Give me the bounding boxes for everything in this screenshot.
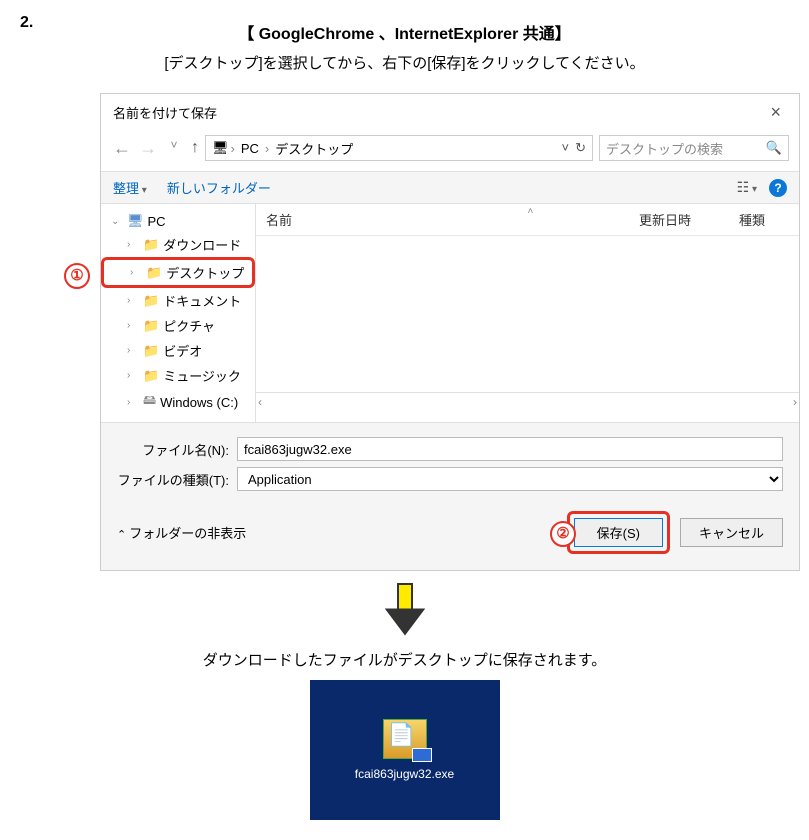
tree-downloads[interactable]: ›📁 ダウンロード bbox=[101, 232, 255, 257]
callout-1: ① bbox=[64, 263, 90, 289]
col-name[interactable]: 名前 bbox=[266, 210, 639, 229]
breadcrumb-sep: › bbox=[231, 141, 235, 156]
dialog-title: 名前を付けて保存 bbox=[113, 103, 764, 122]
help-button[interactable]: ? bbox=[769, 179, 787, 197]
exe-file-label: fcai863jugw32.exe bbox=[355, 767, 454, 781]
search-placeholder: デスクトップの検索 bbox=[606, 139, 723, 158]
filename-label: ファイル名(N): bbox=[117, 440, 237, 459]
history-dropdown[interactable]: ˅ bbox=[163, 138, 185, 159]
search-input[interactable]: デスクトップの検索 🔍 bbox=[599, 135, 789, 161]
filetype-label: ファイルの種類(T): bbox=[117, 470, 237, 489]
section-instruction: [デスクトップ]を選択してから、右下の[保存]をクリックしてください。 bbox=[20, 52, 789, 73]
forward-button[interactable]: → bbox=[137, 138, 159, 159]
desktop-preview: fcai863jugw32.exe bbox=[310, 680, 500, 820]
tree-item-label: ダウンロード bbox=[163, 235, 241, 254]
nav-toolbar: ← → ˅ ↑ 🖥 › PC › デスクトップ ˅ ↻ デ bbox=[101, 131, 799, 171]
save-dialog: 名前を付けて保存 × ← → ˅ ↑ 🖥 › PC › デスクトップ bbox=[100, 93, 800, 571]
tree-item-label: ピクチャ bbox=[163, 316, 215, 335]
address-dropdown[interactable]: ˅ bbox=[562, 140, 570, 156]
tree-item-label: ミュージック bbox=[163, 366, 241, 385]
organize-menu[interactable]: 整理 bbox=[113, 178, 147, 197]
tree-item-label: デスクトップ bbox=[166, 263, 244, 282]
back-button[interactable]: ← bbox=[111, 138, 133, 159]
up-button[interactable]: ↑ bbox=[191, 139, 199, 157]
scroll-right-icon[interactable]: › bbox=[793, 395, 797, 409]
dialog-footer: ファイル名(N): ファイルの種類(T): Application フォルダーの… bbox=[101, 422, 799, 570]
breadcrumb-sep: › bbox=[265, 141, 269, 156]
tree-item-label: ビデオ bbox=[163, 341, 202, 360]
folder-icon: 📁 bbox=[143, 237, 159, 253]
tree-documents[interactable]: ›📁 ドキュメント bbox=[101, 288, 255, 313]
folder-icon: 📁 bbox=[143, 368, 159, 384]
view-menu[interactable]: ☷ bbox=[737, 179, 757, 196]
folder-tree: ⌄🖥 PC ›📁 ダウンロード ›📁 デスクトップ ›📁 ドキュメント bbox=[101, 204, 256, 422]
cancel-button[interactable]: キャンセル bbox=[680, 518, 783, 547]
section-title: 【 GoogleChrome 、InternetExplorer 共通】 bbox=[20, 20, 789, 44]
command-bar: 整理 新しいフォルダー ☷ ? bbox=[101, 171, 799, 204]
address-bar[interactable]: 🖥 › PC › デスクトップ ˅ ↻ bbox=[205, 135, 593, 161]
scroll-left-icon[interactable]: ‹ bbox=[258, 395, 262, 409]
tree-desktop[interactable]: ›📁 デスクトップ bbox=[101, 257, 255, 288]
tree-videos[interactable]: ›📁 ビデオ bbox=[101, 338, 255, 363]
col-type[interactable]: 種類 bbox=[739, 210, 789, 229]
breadcrumb-desktop[interactable]: デスクトップ bbox=[275, 139, 353, 158]
close-button[interactable]: × bbox=[764, 102, 787, 123]
filename-input[interactable] bbox=[237, 437, 783, 461]
step-number: 2. bbox=[20, 14, 33, 32]
titlebar: 名前を付けて保存 × bbox=[101, 94, 799, 131]
refresh-button[interactable]: ↻ bbox=[575, 140, 586, 156]
tree-item-label: Windows (C:) bbox=[160, 395, 238, 410]
file-list[interactable]: ˄ 名前 更新日時 種類 ‹ › bbox=[256, 204, 799, 422]
tree-pc-label: PC bbox=[148, 214, 166, 229]
sort-indicator: ˄ bbox=[528, 206, 534, 217]
tree-music[interactable]: ›📁 ミュージック bbox=[101, 363, 255, 388]
hscrollbar[interactable]: ‹ › bbox=[256, 392, 799, 410]
new-folder-button[interactable]: 新しいフォルダー bbox=[167, 178, 271, 197]
col-date[interactable]: 更新日時 bbox=[639, 210, 739, 229]
drive-icon: 🖴 bbox=[143, 391, 156, 413]
exe-file-icon bbox=[383, 719, 427, 759]
save-button[interactable]: 保存(S) bbox=[574, 518, 663, 547]
save-highlight: 保存(S) bbox=[567, 511, 670, 554]
folder-icon: 📁 bbox=[146, 265, 162, 281]
folder-icon: 📁 bbox=[143, 293, 159, 309]
pc-icon: 🖥 bbox=[212, 140, 229, 156]
folder-icon: 📁 bbox=[143, 343, 159, 359]
tree-item-label: ドキュメント bbox=[163, 291, 241, 310]
filetype-select[interactable]: Application bbox=[237, 467, 783, 491]
hide-folders-toggle[interactable]: フォルダーの非表示 bbox=[117, 523, 246, 542]
tree-pc[interactable]: ⌄🖥 PC bbox=[101, 210, 255, 232]
tree-drive-c[interactable]: ›🖴 Windows (C:) bbox=[101, 388, 255, 416]
folder-icon: 📁 bbox=[143, 318, 159, 334]
search-icon: 🔍 bbox=[766, 140, 782, 156]
callout-2: ② bbox=[550, 521, 576, 547]
breadcrumb-pc[interactable]: PC bbox=[241, 141, 259, 156]
tree-pictures[interactable]: ›📁 ピクチャ bbox=[101, 313, 255, 338]
arrow-down-icon bbox=[387, 583, 423, 635]
result-text: ダウンロードしたファイルがデスクトップに保存されます。 bbox=[20, 649, 789, 670]
